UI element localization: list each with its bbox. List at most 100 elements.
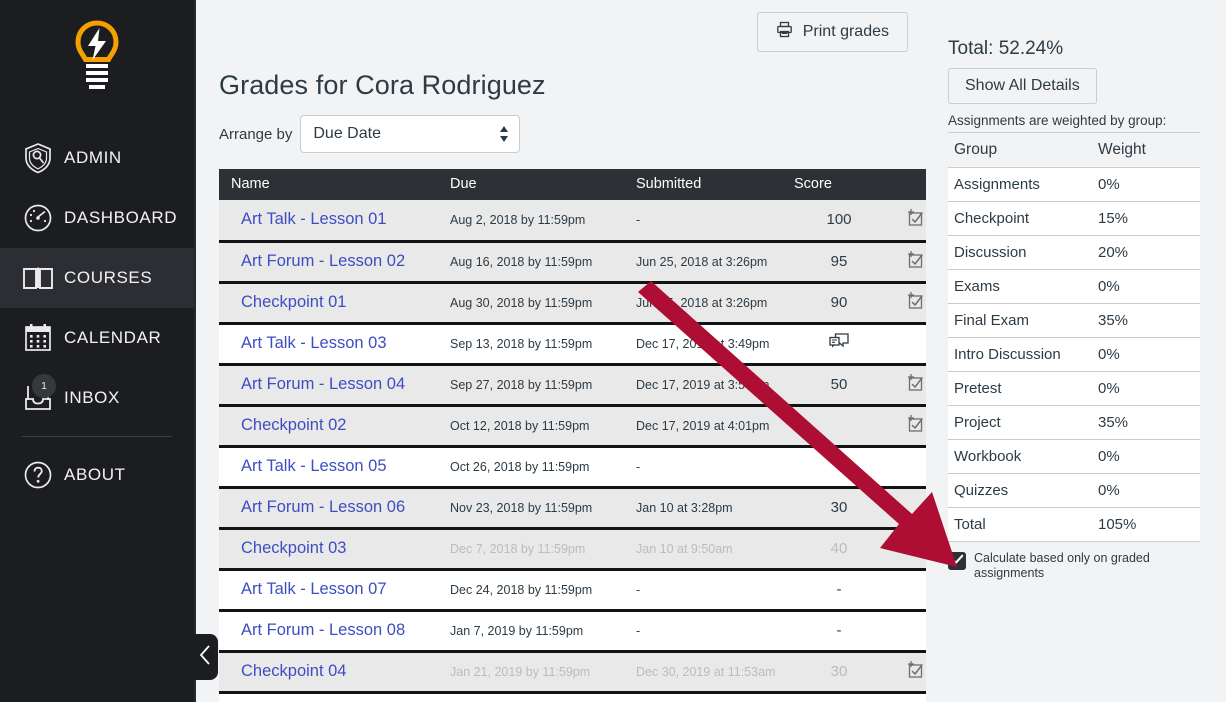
score-cell: 40 — [794, 526, 894, 569]
sidebar-item-admin[interactable]: ADMIN — [0, 128, 194, 188]
print-grades-label: Print grades — [802, 23, 889, 40]
assignment-name-cell: Checkpoint 01 — [219, 280, 450, 323]
assignment-link[interactable]: Art Forum - Lesson 02 — [241, 252, 405, 270]
assignment-link[interactable]: Art Talk - Lesson 03 — [241, 334, 387, 352]
logo[interactable] — [0, 0, 194, 118]
table-row[interactable]: Art Forum - Lesson 04 Sep 27, 2018 by 11:… — [219, 362, 926, 405]
score-cell — [794, 321, 894, 364]
row-action-cell — [894, 690, 926, 702]
row-action-cell — [894, 567, 926, 610]
assignment-name-cell: Art Forum - Lesson 08 — [219, 608, 450, 651]
question-circle-icon — [18, 460, 58, 490]
comment-bubble-icon[interactable] — [828, 332, 850, 356]
table-row[interactable]: Art Talk - Lesson 07 Dec 24, 2018 by 11:5… — [219, 567, 926, 610]
collapse-nav-button[interactable] — [192, 634, 218, 680]
speedometer-icon — [18, 203, 58, 233]
rubric-check-icon[interactable] — [906, 661, 926, 683]
assignment-link[interactable]: Checkpoint 03 — [241, 539, 347, 557]
score-cell: - — [794, 690, 894, 702]
row-action-cell — [894, 526, 926, 569]
column-header-score[interactable]: Score — [794, 169, 894, 200]
show-all-details-button[interactable]: Show All Details — [948, 68, 1097, 104]
weight-value-cell: 0% — [1090, 371, 1200, 406]
arrange-by-select[interactable]: Due Date — [300, 115, 521, 153]
score-cell: - — [794, 444, 894, 487]
score-cell: - — [794, 567, 894, 610]
row-action-cell — [894, 403, 926, 446]
weight-group-cell: Total — [948, 507, 1090, 542]
weight-row: Workbook 0% — [948, 439, 1200, 474]
submitted-date-cell: - — [636, 212, 641, 227]
sidebar-item-courses[interactable]: COURSES — [0, 248, 194, 308]
table-row[interactable]: Art Talk - Lesson 01 Aug 2, 2018 by 11:59… — [219, 200, 926, 241]
assignment-link[interactable]: Checkpoint 04 — [241, 662, 347, 680]
table-row[interactable]: Checkpoint 04 Jan 21, 2019 by 11:59pm Dec … — [219, 649, 926, 692]
column-header-due[interactable]: Due — [450, 169, 636, 200]
calculate-graded-only-checkbox[interactable] — [948, 552, 966, 570]
table-row[interactable]: Art Talk - Lesson 03 Sep 13, 2018 by 11:5… — [219, 321, 926, 364]
assignment-link[interactable]: Art Talk - Lesson 05 — [241, 457, 387, 475]
weight-row: Exams 0% — [948, 269, 1200, 304]
weight-row: Final Exam 35% — [948, 303, 1200, 338]
assignment-name-cell: Checkpoint 02 — [219, 403, 450, 446]
assignment-link[interactable]: Art Forum - Lesson 08 — [241, 621, 405, 639]
table-row[interactable]: Checkpoint 02 Oct 12, 2018 by 11:59pm Dec … — [219, 403, 926, 446]
row-action-cell — [894, 280, 926, 323]
weight-row: Quizzes 0% — [948, 473, 1200, 508]
lightbulb-logo-icon — [74, 19, 120, 100]
sidebar-item-dashboard[interactable]: DASHBOARD — [0, 188, 194, 248]
rubric-check-icon[interactable] — [906, 209, 926, 231]
table-row[interactable]: Checkpoint 03 Dec 7, 2018 by 11:59pm Jan 1… — [219, 526, 926, 569]
sidebar-item-label: CALENDAR — [64, 328, 162, 347]
assignment-link[interactable]: Art Talk - Lesson 01 — [241, 210, 387, 228]
score-cell: 90 — [794, 280, 894, 323]
weight-value-cell: 105% — [1090, 507, 1200, 542]
score-cell: 50 — [794, 362, 894, 405]
table-row[interactable]: Art Talk - Lesson 09Feb 4, 2019 by 11:59… — [219, 690, 926, 702]
submitted-date-cell: - — [636, 608, 794, 651]
table-row[interactable]: Art Forum - Lesson 08 Jan 7, 2019 by 11:5… — [219, 608, 926, 651]
rubric-check-icon[interactable] — [906, 292, 926, 314]
table-row[interactable]: Checkpoint 01 Aug 30, 2018 by 11:59pm Jun … — [219, 280, 926, 323]
calendar-icon — [18, 323, 58, 353]
assignment-link[interactable]: Checkpoint 02 — [241, 416, 347, 434]
weight-group-cell: Pretest — [948, 371, 1090, 406]
weight-row: Total 105% — [948, 507, 1200, 542]
due-date-cell: Oct 12, 2018 by 11:59pm — [450, 403, 636, 446]
weight-group-cell: Exams — [948, 269, 1090, 304]
calculate-graded-only-row[interactable]: Calculate based only on graded assignmen… — [948, 551, 1200, 581]
score-cell: 100 — [826, 211, 852, 229]
rubric-check-icon[interactable] — [906, 415, 926, 437]
sidebar-item-about[interactable]: ABOUT — [0, 445, 194, 505]
assignment-name-cell: Art Talk - Lesson 03 — [219, 321, 450, 364]
weight-value-cell: 0% — [1090, 439, 1200, 474]
assignment-link[interactable]: Art Talk - Lesson 07 — [241, 580, 387, 598]
rubric-check-icon[interactable] — [906, 251, 926, 273]
row-action-cell — [894, 200, 926, 241]
arrange-by-control: Arrange by Due Date — [219, 115, 914, 153]
submitted-date-cell: Dec 30, 2019 at 11:53am — [636, 649, 794, 692]
grades-table: Name Due Submitted Score Art Talk - Less… — [219, 169, 926, 702]
print-grades-button[interactable]: Print grades — [756, 12, 908, 52]
submitted-date-cell: Dec 17, 2019 at 4:01pm — [636, 403, 794, 446]
assignment-link[interactable]: Art Forum - Lesson 06 — [241, 498, 405, 516]
rubric-check-icon[interactable] — [906, 538, 926, 560]
nav-divider — [22, 436, 172, 437]
table-row[interactable]: Art Talk - Lesson 05 Oct 26, 2018 by 11:5… — [219, 444, 926, 487]
grades-table-header: Name Due Submitted Score — [219, 169, 926, 200]
rubric-check-icon[interactable] — [906, 374, 926, 396]
weight-row: Project 35% — [948, 405, 1200, 440]
column-header-name[interactable]: Name — [219, 169, 450, 200]
assignment-link[interactable]: Art Forum - Lesson 04 — [241, 375, 405, 393]
assignment-link[interactable]: Checkpoint 01 — [241, 293, 347, 311]
table-row[interactable]: Art Forum - Lesson 02 Aug 16, 2018 by 11:… — [219, 239, 926, 282]
weight-row: Discussion 20% — [948, 235, 1200, 270]
sidebar-item-calendar[interactable]: CALENDAR — [0, 308, 194, 368]
sidebar-item-inbox[interactable]: 1 INBOX — [0, 368, 194, 428]
weight-value-cell: 35% — [1090, 303, 1200, 338]
score-cell — [794, 403, 894, 446]
weighted-note: Assignments are weighted by group: — [948, 113, 1167, 128]
table-row[interactable]: Art Forum - Lesson 06 Nov 23, 2018 by 11:… — [219, 485, 926, 528]
column-header-submitted[interactable]: Submitted — [636, 169, 794, 200]
due-date-cell: Aug 30, 2018 by 11:59pm — [450, 280, 636, 323]
